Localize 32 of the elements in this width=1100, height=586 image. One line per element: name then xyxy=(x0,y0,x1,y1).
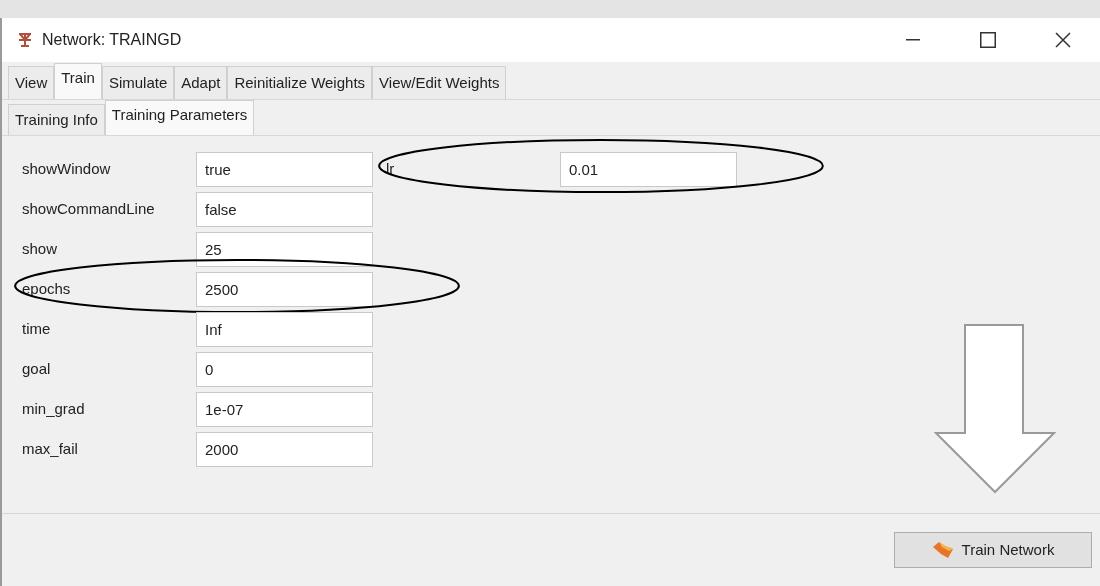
parameter-label: showCommandLine xyxy=(22,198,156,219)
parameter-label: time xyxy=(22,318,52,339)
close-icon xyxy=(1054,32,1071,48)
parameter-field[interactable]: Inf xyxy=(196,311,373,347)
parameter-label: min_grad xyxy=(22,398,86,419)
tab[interactable]: View/Edit Weights xyxy=(372,66,507,99)
parameter-field[interactable]: 1e-07 xyxy=(196,391,373,427)
window-title: Network: TRAINGD xyxy=(42,30,182,50)
minimize-icon xyxy=(905,39,920,41)
tab[interactable]: Training Info xyxy=(8,104,105,135)
parameter-field[interactable]: false xyxy=(196,191,373,227)
tab[interactable]: Adapt xyxy=(174,66,228,99)
parameter-label: showWindow xyxy=(22,158,112,179)
tab[interactable]: Reinitialize Weights xyxy=(227,66,373,99)
parameter-field[interactable]: true xyxy=(196,151,373,187)
parameter-label: max_fail xyxy=(22,438,79,459)
parameter-field[interactable]: 0.01 xyxy=(560,151,737,187)
parameter-label: epochs xyxy=(22,278,72,299)
parameter-field[interactable]: 25 xyxy=(196,231,373,267)
maximize-icon xyxy=(979,32,996,48)
train-network-button[interactable]: Train Network xyxy=(894,532,1092,568)
parameter-label: lr xyxy=(386,158,396,179)
tab[interactable]: Train xyxy=(54,63,102,99)
parameter-field[interactable]: 2500 xyxy=(196,271,373,307)
tab[interactable]: Simulate xyxy=(101,66,175,99)
parameter-field[interactable]: 0 xyxy=(196,351,373,387)
parameter-label: goal xyxy=(22,358,52,379)
parameter-field[interactable]: 2000 xyxy=(196,431,373,467)
tab[interactable]: Training Parameters xyxy=(104,100,255,135)
tab[interactable]: View xyxy=(8,66,55,99)
parameter-label: show xyxy=(22,238,59,259)
network-icon xyxy=(16,31,34,49)
